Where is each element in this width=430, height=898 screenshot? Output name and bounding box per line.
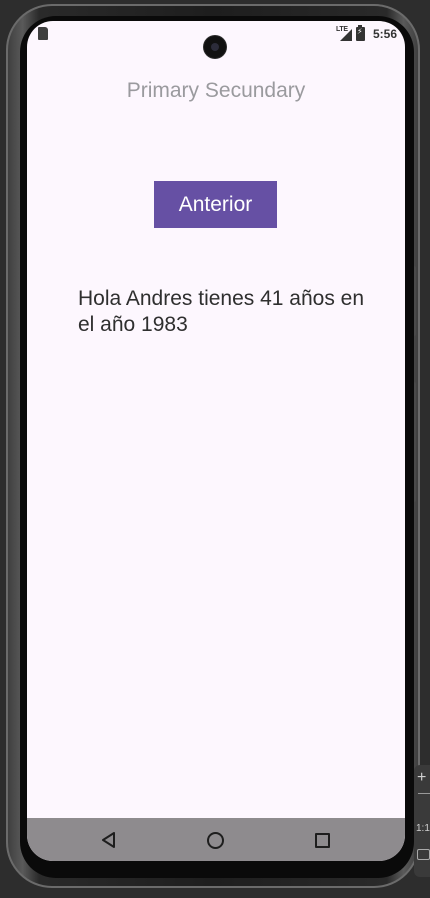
front-camera-icon — [204, 36, 226, 58]
signal-strength-icon — [339, 29, 352, 41]
back-icon[interactable] — [101, 832, 117, 848]
emulator-zoom-toolbar: + 1:1 — [414, 765, 430, 877]
zoom-in-button[interactable]: + — [417, 769, 426, 787]
home-icon[interactable] — [207, 832, 224, 849]
sd-card-icon — [38, 27, 48, 40]
navigation-bar — [27, 818, 405, 861]
zoom-out-button[interactable] — [418, 793, 430, 794]
app-title: Primary Secundary — [126, 79, 306, 102]
anterior-button[interactable]: Anterior — [154, 181, 277, 228]
greeting-message: Hola Andres tienes 41 años en el año 198… — [78, 287, 365, 336]
zoom-ratio-button[interactable]: 1:1 — [416, 823, 430, 834]
signal-icon: LTE — [336, 26, 352, 41]
emulator-stage: LTE 5:56 Primary Secundary Anterior Hola… — [0, 0, 430, 898]
fit-screen-icon[interactable] — [417, 849, 430, 860]
recents-icon[interactable] — [315, 833, 330, 848]
status-clock: 5:56 — [372, 27, 397, 41]
device-screen: LTE 5:56 Primary Secundary Anterior Hola… — [27, 21, 405, 861]
battery-charging-icon — [355, 25, 365, 41]
status-icons: LTE 5:56 — [336, 25, 397, 42]
